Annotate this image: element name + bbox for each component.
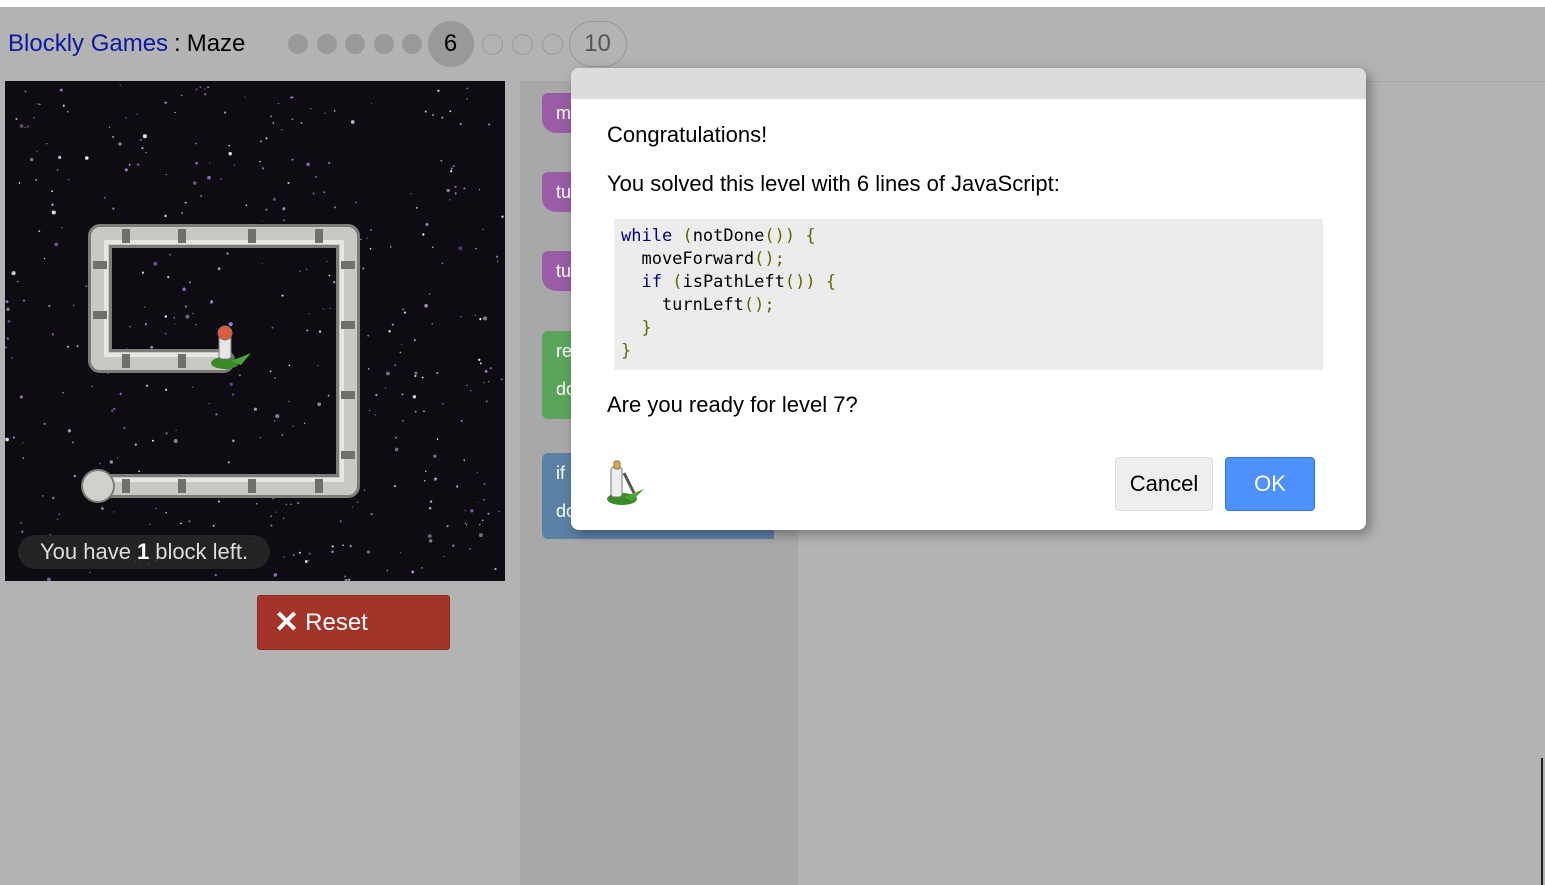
code-line: while (notDone()) {: [621, 226, 816, 246]
level-dot-1[interactable]: [288, 34, 308, 54]
scrollbar-edge[interactable]: [1541, 758, 1543, 885]
level-dot-9[interactable]: [541, 33, 563, 55]
dialog-title-bar[interactable]: [571, 68, 1366, 99]
pegman-icon: [211, 325, 251, 369]
blocks-left-status: You have 1 block left.: [18, 535, 271, 569]
block-text: m: [556, 103, 571, 123]
blockly-games-link[interactable]: Blockly Games: [8, 30, 168, 58]
congrats-heading: Congratulations!: [607, 122, 768, 147]
level-dot-5[interactable]: [402, 34, 422, 54]
next-level-question: Are you ready for level 7?: [607, 392, 858, 417]
current-level[interactable]: 6: [427, 21, 474, 67]
code-line: turnLeft();: [621, 295, 775, 315]
code-block: while (notDone()) { moveForward(); if (i…: [614, 219, 1323, 370]
block-text: if: [556, 463, 565, 483]
header-separator: :: [174, 30, 181, 57]
block-text: re: [556, 341, 573, 361]
level-dot-7[interactable]: [481, 33, 503, 55]
level-dot-8[interactable]: [511, 33, 533, 55]
status-suffix: block left.: [155, 539, 249, 564]
reset-label: Reset: [305, 608, 368, 636]
page-header: Blockly Games : Maze: [8, 20, 245, 68]
congratulations-dialog: Congratulations! You solved this level w…: [571, 68, 1366, 530]
maze-path: [81, 224, 360, 503]
code-line: moveForward();: [621, 249, 785, 269]
maze-goal: [81, 469, 115, 503]
status-prefix: You have: [40, 539, 131, 564]
maze-canvas: You have 1 block left.: [5, 81, 505, 581]
ok-button[interactable]: OK: [1225, 457, 1315, 511]
blocks-left-count: 1: [136, 539, 150, 564]
reset-button[interactable]: ✕ Reset: [257, 595, 450, 650]
cancel-button[interactable]: Cancel: [1115, 457, 1213, 511]
close-icon: ✕: [274, 605, 300, 639]
pegman-icon: [607, 460, 644, 505]
code-line: if (isPathLeft()) {: [641, 272, 837, 292]
level-dot-3[interactable]: [345, 34, 365, 54]
code-line: }: [621, 341, 632, 361]
level-last[interactable]: 10: [568, 21, 627, 67]
game-title: Maze: [186, 30, 246, 57]
browser-top-strip: [0, 0, 1545, 7]
level-dot-2[interactable]: [316, 34, 337, 54]
block-text: tu: [556, 261, 572, 281]
level-selector: 6 10: [288, 20, 627, 68]
level-dot-4[interactable]: [373, 34, 394, 54]
block-text: tu: [556, 182, 572, 202]
code-line: }: [641, 318, 652, 338]
solved-message: You solved this level with 6 lines of Ja…: [607, 171, 1060, 196]
